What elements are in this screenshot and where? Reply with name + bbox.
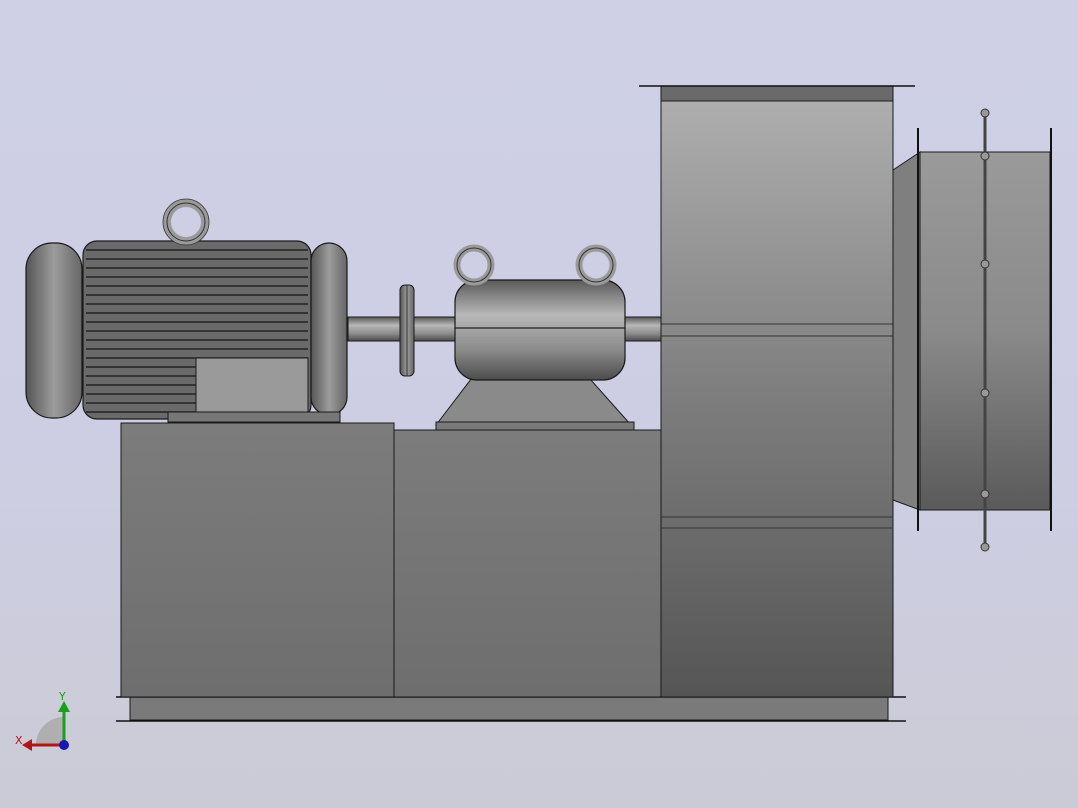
coordinate-triad: Y X xyxy=(15,690,70,751)
cad-viewport[interactable]: Y X xyxy=(0,0,1078,808)
bearing-housing[interactable] xyxy=(434,244,635,431)
x-axis-label: X xyxy=(15,734,23,747)
electric-motor[interactable] xyxy=(25,198,348,423)
y-axis-label: Y xyxy=(58,690,66,703)
inlet-duct[interactable] xyxy=(892,108,1052,552)
model-view[interactable]: Y X xyxy=(0,0,1078,808)
fan-casing[interactable] xyxy=(639,85,915,698)
